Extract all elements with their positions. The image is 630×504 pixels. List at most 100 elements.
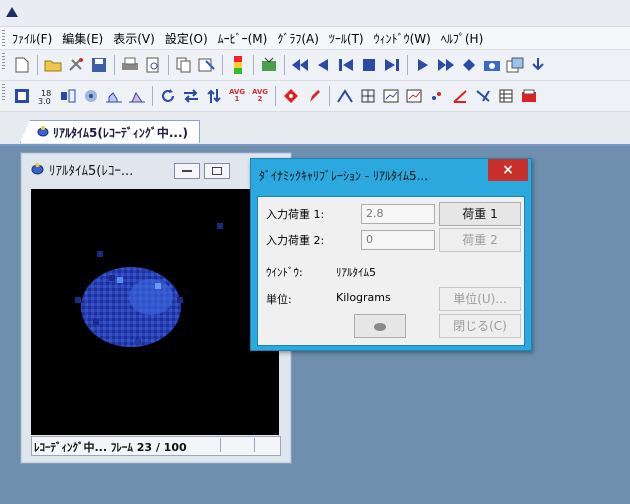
title-bar: [0, 0, 630, 27]
average-1-icon[interactable]: AVG 1: [227, 86, 247, 106]
export-icon[interactable]: [519, 86, 539, 106]
load1-input[interactable]: 2.8: [361, 204, 435, 224]
last-frame-icon[interactable]: [382, 55, 402, 75]
swap-horizontal-icon[interactable]: [181, 86, 201, 106]
marker-icon[interactable]: [281, 86, 301, 106]
window-value: ﾘｱﾙﾀｲﾑ5: [336, 266, 376, 279]
pressure-pixel: [109, 275, 115, 281]
load1-button[interactable]: 荷重 1: [439, 202, 521, 226]
sensor-window-icon: [31, 163, 44, 175]
toolbar-grip-handle[interactable]: [2, 53, 5, 69]
rotate-icon[interactable]: [158, 86, 178, 106]
sensor-grid-icon[interactable]: [58, 86, 78, 106]
app-triangle-icon[interactable]: [6, 7, 18, 17]
menu-window[interactable]: ｳｨﾝﾄﾞｳ(W): [372, 30, 439, 47]
toolbar-separator: [37, 55, 38, 75]
menu-movie[interactable]: ﾑｰﾋﾞｰ(M): [216, 30, 276, 47]
pressure-pixel: [117, 277, 123, 283]
load1-label: 入力荷重 1:: [266, 208, 325, 221]
capture-icon[interactable]: [259, 55, 279, 75]
copy-image-icon[interactable]: [505, 55, 525, 75]
color-palette-icon[interactable]: [228, 55, 248, 75]
pen-icon[interactable]: [304, 86, 324, 106]
window-label: ｳｲﾝﾄﾞｳ:: [266, 266, 303, 279]
print-icon[interactable]: [120, 55, 140, 75]
record-button[interactable]: [354, 314, 406, 338]
tab-realtime5[interactable]: ﾘｱﾙﾀｲﾑ5(ﾚｺｰﾃﾞｨﾝｸﾞ中...): [20, 120, 200, 143]
download-icon[interactable]: [528, 55, 548, 75]
contour-3d-icon[interactable]: [127, 86, 147, 106]
maximize-button[interactable]: [204, 163, 230, 179]
contour-2d-icon[interactable]: [104, 86, 124, 106]
sensor-window-icon: [37, 126, 49, 137]
menu-settings[interactable]: 設定(O): [163, 30, 216, 47]
menu-tools[interactable]: ﾂｰﾙ(T): [327, 30, 372, 47]
recording-status-bar: ﾚｺｰﾃﾞｨﾝｸﾞ中... ﾌﾚｰﾑ 23 / 100: [31, 436, 281, 456]
analysis-toolbar: 18 3.0 AVG 1 AVG 2: [0, 81, 630, 112]
swap-vertical-icon[interactable]: [204, 86, 224, 106]
unit-label: 単位:: [266, 293, 292, 306]
step-back-icon[interactable]: [313, 55, 333, 75]
open-folder-icon[interactable]: [43, 55, 63, 75]
pressure-map-canvas[interactable]: [31, 189, 279, 435]
avg-label: AVG: [228, 88, 246, 96]
camera-icon[interactable]: [482, 55, 502, 75]
fast-forward-icon[interactable]: [436, 55, 456, 75]
numeric-view-icon[interactable]: 18 3.0: [35, 86, 55, 106]
pressure-pixel: [93, 319, 99, 325]
pressure-pixel: [75, 297, 81, 303]
new-file-icon[interactable]: [12, 55, 32, 75]
menu-graph[interactable]: ｸﾞﾗﾌ(A): [275, 30, 327, 47]
pressure-pixel: [155, 283, 161, 289]
menu-edit[interactable]: 編集(E): [60, 30, 111, 47]
table-icon[interactable]: [496, 86, 516, 106]
close-dialog-button[interactable]: 閉じる(C): [439, 314, 521, 338]
grid-select-icon[interactable]: [358, 86, 378, 106]
chart-angle-icon[interactable]: [450, 86, 470, 106]
recording-status-text: ﾚｺｰﾃﾞｨﾝｸﾞ中... ﾌﾚｰﾑ 23 / 100: [34, 441, 187, 454]
menu-help[interactable]: ﾍﾙﾌﾟ(H): [439, 30, 491, 47]
toolbar-grip-handle[interactable]: [2, 84, 5, 100]
main-toolbar: [0, 50, 630, 81]
status-pane: [254, 438, 255, 452]
menu-bar: ﾌｧｲﾙ(F) 編集(E) 表示(V) 設定(O) ﾑｰﾋﾞｰ(M) ｸﾞﾗﾌ(…: [0, 27, 630, 50]
minimize-button[interactable]: [174, 163, 200, 179]
peak-icon[interactable]: [335, 86, 355, 106]
record-dot-icon: [374, 322, 386, 331]
pressure-pixel: [97, 251, 103, 257]
save-icon[interactable]: [89, 55, 109, 75]
dynamic-calibration-dialog: ﾀﾞｲﾅﾐｯｸｷｬﾘﾌﾞﾚｰｼｮﾝ - ﾘｱﾙﾀｲﾑ5... × 入力荷重 1:…: [250, 158, 532, 351]
load2-input[interactable]: 0: [361, 230, 435, 250]
first-frame-icon[interactable]: [336, 55, 356, 75]
toolbar-separator: [222, 55, 223, 75]
toolbar-separator: [275, 86, 276, 106]
average-2-icon[interactable]: AVG 2: [250, 86, 270, 106]
load2-button[interactable]: 荷重 2: [439, 228, 521, 252]
chart-icon[interactable]: [381, 86, 401, 106]
chart-red-icon[interactable]: [404, 86, 424, 106]
unit-value: Kilograms: [336, 291, 391, 304]
paste-special-icon[interactable]: [197, 55, 217, 75]
chart-scatter-icon[interactable]: [427, 86, 447, 106]
diagonal-icon[interactable]: [473, 86, 493, 106]
stop-icon[interactable]: [359, 55, 379, 75]
menu-file[interactable]: ﾌｧｲﾙ(F): [10, 30, 60, 47]
toolbar-separator: [407, 55, 408, 75]
settings-icon[interactable]: [66, 55, 86, 75]
status-pane: [220, 438, 221, 452]
grid-view-icon[interactable]: [12, 86, 32, 106]
toolbar-separator: [152, 86, 153, 106]
print-preview-icon[interactable]: [143, 55, 163, 75]
center-of-force-icon[interactable]: [81, 86, 101, 106]
dialog-title: ﾀﾞｲﾅﾐｯｸｷｬﾘﾌﾞﾚｰｼｮﾝ - ﾘｱﾙﾀｲﾑ5...: [259, 169, 429, 183]
copy-icon[interactable]: [174, 55, 194, 75]
rewind-icon[interactable]: [290, 55, 310, 75]
play-icon[interactable]: [413, 55, 433, 75]
pressure-map-image: [75, 223, 223, 347]
menu-grip-handle[interactable]: [2, 30, 5, 46]
diamond-icon[interactable]: [459, 55, 479, 75]
toolbar-separator: [329, 86, 330, 106]
menu-view[interactable]: 表示(V): [111, 30, 163, 47]
unit-button[interactable]: 単位(U)...: [439, 287, 521, 311]
close-button[interactable]: ×: [488, 159, 528, 181]
